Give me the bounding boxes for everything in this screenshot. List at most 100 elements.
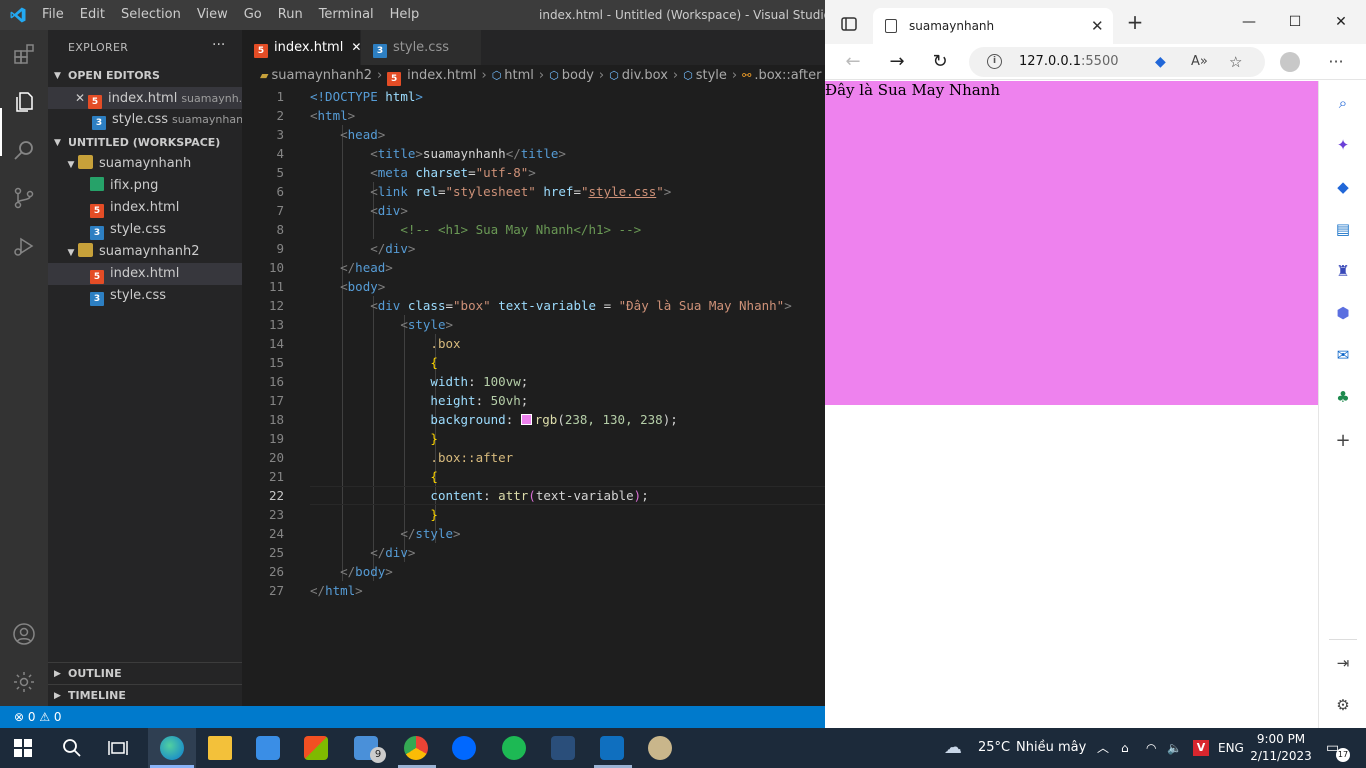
weather-cloud-icon[interactable]: ☁ [944, 728, 962, 768]
windows-start-icon[interactable] [14, 739, 32, 757]
close-tab-icon[interactable]: ✕ [1091, 8, 1104, 44]
menu-help[interactable]: Help [382, 0, 428, 30]
breadcrumb-item[interactable]: html [504, 68, 534, 83]
back-arrow-icon[interactable]: ← [839, 48, 867, 76]
paint-icon[interactable] [648, 736, 672, 760]
workspace-header[interactable]: ▼ UNTITLED (WORKSPACE) [48, 132, 242, 154]
menu-run[interactable]: Run [270, 0, 311, 30]
code-editor[interactable]: 1 2 3 4 5 6 7 8 9 10 11 12 13 14 15 16 1… [242, 87, 825, 647]
menu-view[interactable]: View [189, 0, 236, 30]
new-tab-button[interactable]: + [1121, 8, 1149, 36]
search-icon[interactable]: ⌕ [1333, 93, 1353, 113]
tree-icon[interactable]: ♣ [1333, 387, 1353, 407]
breadcrumb-item[interactable]: .box::after [754, 68, 821, 83]
breadcrumb-item[interactable]: body [562, 68, 594, 83]
problems-status[interactable]: ⊗ 0 ⚠ 0 [14, 710, 62, 724]
add-icon[interactable]: + [1333, 431, 1353, 451]
file-index-html-active[interactable]: 5 index.html [48, 263, 242, 285]
git-app-icon[interactable] [551, 736, 575, 760]
file-style-css-2[interactable]: 3 style.css [48, 285, 242, 307]
close-icon[interactable]: ✕ [72, 87, 88, 109]
menu-go[interactable]: Go [236, 0, 270, 30]
menu-selection[interactable]: Selection [113, 0, 189, 30]
folder-suamaynhanh2[interactable]: ▼ suamaynhanh2 [48, 241, 242, 263]
run-debug-icon[interactable] [12, 234, 36, 258]
menu-terminal[interactable]: Terminal [311, 0, 382, 30]
code-line: .box::after [430, 450, 514, 465]
search-icon[interactable] [62, 738, 82, 758]
read-aloud-icon[interactable]: A» [1191, 47, 1208, 77]
browser-tab[interactable]: suamaynhanh ✕ [873, 8, 1113, 44]
open-editors-header[interactable]: ▼ OPEN EDITORS [48, 65, 242, 87]
explorer-title: EXPLORER [68, 41, 129, 54]
language-indicator[interactable]: ENG [1218, 728, 1244, 768]
vietkey-icon[interactable]: V [1193, 740, 1209, 756]
network-icon[interactable]: ⌂ [1121, 728, 1129, 768]
refresh-icon[interactable]: ↻ [926, 48, 954, 76]
menu-file[interactable]: File [34, 0, 72, 30]
hide-sidebar-icon[interactable]: ⇥ [1333, 653, 1353, 673]
weather-text[interactable]: Nhiều mây [1016, 728, 1086, 768]
address-bar[interactable]: i 127.0.0.1:5500 ◆ A» ☆ [969, 47, 1265, 77]
store-icon[interactable] [304, 736, 328, 760]
search-icon[interactable] [12, 138, 36, 162]
outline-header[interactable]: ▶ OUTLINE [48, 663, 242, 685]
volume-icon[interactable]: 🔈 [1167, 728, 1182, 768]
maximize-button[interactable]: ☐ [1272, 0, 1318, 44]
file-index-html[interactable]: 5 index.html [48, 197, 242, 219]
file-explorer-icon[interactable] [208, 736, 232, 760]
office-icon[interactable]: ⬢ [1333, 303, 1353, 323]
tab-style-css[interactable]: 3 style.css [361, 30, 481, 65]
breadcrumb-item[interactable]: div.box [622, 68, 668, 83]
source-control-icon[interactable] [12, 186, 36, 210]
clock[interactable]: 9:00 PM 2/11/2023 [1244, 731, 1318, 765]
folder-suamaynhanh[interactable]: ▼ suamaynhanh [48, 153, 242, 175]
more-menu-icon[interactable]: ··· [1321, 47, 1351, 77]
games-icon[interactable]: ♜ [1333, 261, 1353, 281]
file-style-css[interactable]: 3 style.css [48, 219, 242, 241]
timeline-header[interactable]: ▶ TIMELINE [48, 685, 242, 707]
tab-actions-icon[interactable] [841, 17, 857, 31]
edge-icon[interactable] [160, 736, 184, 760]
photos-icon[interactable] [256, 736, 280, 760]
notification-icon[interactable]: ▭ [1326, 728, 1339, 768]
settings-gear-icon[interactable]: ⚙ [1333, 695, 1353, 715]
profile-avatar-icon[interactable] [1275, 47, 1305, 77]
open-editor-style-css[interactable]: 3 style.css suamaynhanh2 [48, 109, 242, 131]
color-swatch[interactable] [520, 414, 532, 425]
info-icon[interactable]: i [987, 54, 1002, 69]
file-ifix-png[interactable]: ifix.png [48, 175, 242, 197]
zalo-icon[interactable] [452, 736, 476, 760]
open-editor-index-html[interactable]: ✕5 index.htmlsuamaynh... [48, 87, 242, 109]
explorer-more-button[interactable]: ··· [212, 37, 225, 53]
files-icon[interactable] [12, 90, 36, 114]
outlook-icon[interactable]: ✉ [1333, 345, 1353, 365]
html-file-icon: 5 [90, 204, 104, 218]
settings-gear-icon[interactable] [12, 670, 36, 694]
breadcrumb-item[interactable]: style [696, 68, 727, 83]
favorite-star-icon[interactable]: ☆ [1229, 47, 1242, 77]
vscode-taskbar-icon[interactable] [600, 736, 624, 760]
account-icon[interactable] [12, 622, 36, 646]
code-line: </div> [370, 241, 416, 256]
wifi-icon[interactable]: ◠ [1146, 728, 1156, 768]
close-icon[interactable]: ✕ [351, 40, 361, 54]
breadcrumb-item[interactable]: suamaynhanh2 [271, 68, 372, 83]
code-line: <head> [340, 127, 386, 142]
minimize-button[interactable]: — [1226, 0, 1272, 44]
chevron-up-icon[interactable]: ︿ [1097, 728, 1109, 768]
spotify-icon[interactable] [502, 736, 526, 760]
shopping-tag-icon[interactable]: ◆ [1333, 177, 1353, 197]
close-window-button[interactable]: ✕ [1318, 0, 1364, 44]
menu-edit[interactable]: Edit [72, 0, 113, 30]
forward-arrow-icon[interactable]: → [883, 48, 911, 76]
extensions-icon[interactable] [12, 42, 36, 66]
task-view-icon[interactable] [108, 738, 128, 758]
coupon-tag-icon[interactable]: ◆ [1155, 47, 1166, 77]
copilot-sparkle-icon[interactable]: ✦ [1333, 135, 1353, 155]
weather-temp[interactable]: 25°C [978, 728, 1010, 768]
chrome-icon[interactable] [404, 736, 428, 760]
tools-icon[interactable]: ▤ [1333, 219, 1353, 239]
breadcrumb-item[interactable]: index.html [407, 68, 476, 83]
tab-index-html[interactable]: 5 index.html ✕ [242, 30, 361, 65]
